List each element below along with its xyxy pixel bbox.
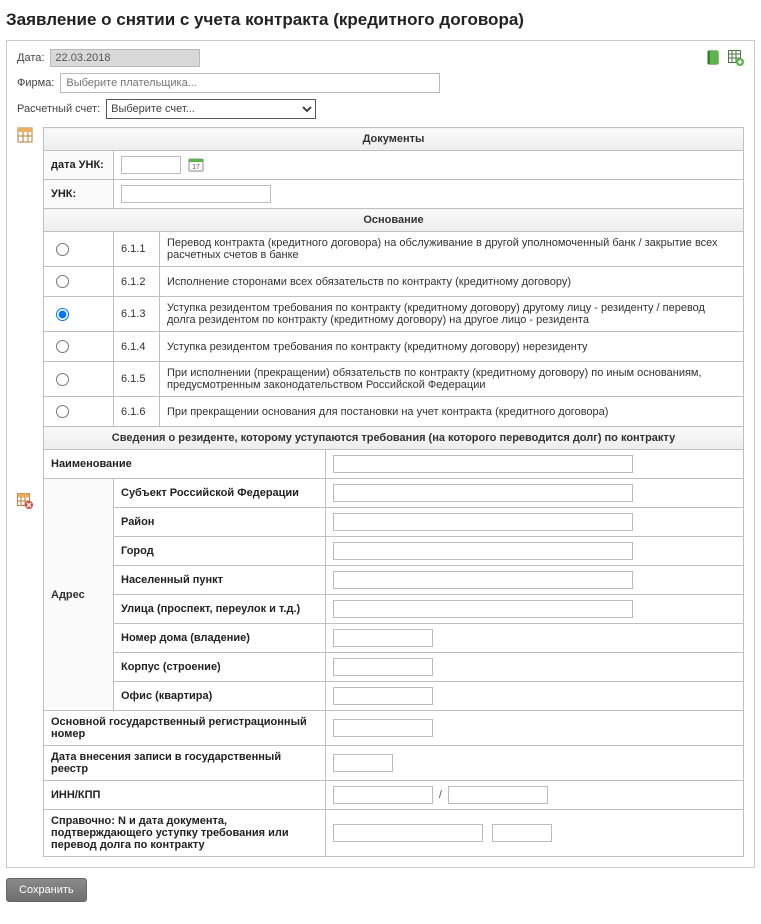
addr-city-label: Город	[114, 537, 326, 566]
inn-kpp-label: ИНН/КПП	[44, 781, 326, 810]
grid-delete-icon[interactable]	[17, 493, 33, 509]
ref-number-input[interactable]	[333, 824, 483, 842]
basis-radio-615[interactable]	[56, 373, 69, 386]
basis-text: Перевод контракта (кредитного договора) …	[160, 232, 744, 267]
basis-radio-614[interactable]	[56, 340, 69, 353]
basis-text: Уступка резидентом требования по контрак…	[160, 297, 744, 332]
unk-date-input[interactable]	[121, 156, 181, 174]
registry-date-input[interactable]	[333, 754, 393, 772]
resident-header: Сведения о резиденте, которому уступаютс…	[44, 427, 744, 450]
basis-text: Уступка резидентом требования по контрак…	[160, 332, 744, 362]
name-input[interactable]	[333, 455, 633, 473]
unk-label: УНК:	[44, 180, 114, 209]
ref-label: Справочно: N и дата документа, подтвержд…	[44, 810, 326, 857]
firm-label: Фирма:	[17, 77, 60, 89]
grid-icon[interactable]	[17, 127, 33, 143]
basis-header: Основание	[44, 209, 744, 232]
basis-code: 6.1.5	[114, 362, 160, 397]
address-label: Адрес	[44, 479, 114, 711]
addr-city-input[interactable]	[333, 542, 633, 560]
account-select[interactable]: Выберите счет...	[106, 99, 316, 119]
basis-text: При прекращении основания для постановки…	[160, 397, 744, 427]
date-input[interactable]	[50, 49, 200, 67]
calendar-icon[interactable]: 17	[188, 157, 204, 173]
ogrn-input[interactable]	[333, 719, 433, 737]
basis-radio-612[interactable]	[56, 275, 69, 288]
addr-street-label: Улица (проспект, переулок и т.д.)	[114, 595, 326, 624]
addr-office-input[interactable]	[333, 687, 433, 705]
basis-code: 6.1.3	[114, 297, 160, 332]
documents-table: Документы дата УНК: 17 УНК: Основание 6.…	[43, 127, 744, 857]
basis-code: 6.1.4	[114, 332, 160, 362]
addr-subject-input[interactable]	[333, 484, 633, 502]
basis-code: 6.1.1	[114, 232, 160, 267]
addr-building-label: Корпус (строение)	[114, 653, 326, 682]
unk-input[interactable]	[121, 185, 271, 203]
basis-text: Исполнение сторонами всех обязательств п…	[160, 267, 744, 297]
firm-input[interactable]	[60, 73, 440, 93]
addr-settlement-input[interactable]	[333, 571, 633, 589]
kpp-input[interactable]	[448, 786, 548, 804]
form-container: Дата: Фирма: Расчетный счет: Выберите сч…	[6, 40, 755, 868]
basis-code: 6.1.6	[114, 397, 160, 427]
table-add-icon[interactable]	[728, 50, 744, 66]
addr-house-label: Номер дома (владение)	[114, 624, 326, 653]
addr-subject-label: Субъект Российской Федерации	[114, 479, 326, 508]
addr-settlement-label: Населенный пункт	[114, 566, 326, 595]
basis-text: При исполнении (прекращении) обязательст…	[160, 362, 744, 397]
addr-house-input[interactable]	[333, 629, 433, 647]
basis-radio-613[interactable]	[56, 308, 69, 321]
name-label: Наименование	[44, 450, 326, 479]
svg-text:17: 17	[192, 164, 200, 171]
addr-office-label: Офис (квартира)	[114, 682, 326, 711]
inn-input[interactable]	[333, 786, 433, 804]
page-title: Заявление о снятии с учета контракта (кр…	[6, 10, 755, 30]
inn-kpp-separator: /	[433, 789, 448, 801]
ogrn-label: Основной государственный регистрационный…	[44, 711, 326, 746]
addr-street-input[interactable]	[333, 600, 633, 618]
date-label: Дата:	[17, 52, 50, 64]
basis-code: 6.1.2	[114, 267, 160, 297]
documents-header: Документы	[44, 128, 744, 151]
ref-date-input[interactable]	[492, 824, 552, 842]
save-button[interactable]: Сохранить	[6, 878, 87, 902]
book-icon[interactable]	[706, 50, 722, 66]
basis-radio-616[interactable]	[56, 405, 69, 418]
addr-district-input[interactable]	[333, 513, 633, 531]
registry-date-label: Дата внесения записи в государственный р…	[44, 746, 326, 781]
account-label: Расчетный счет:	[17, 103, 106, 115]
addr-building-input[interactable]	[333, 658, 433, 676]
addr-district-label: Район	[114, 508, 326, 537]
basis-radio-611[interactable]	[56, 243, 69, 256]
unk-date-label: дата УНК:	[44, 151, 114, 180]
